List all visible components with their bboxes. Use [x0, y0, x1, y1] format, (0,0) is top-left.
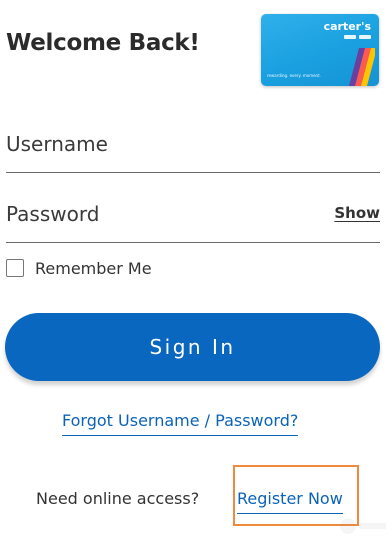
card-mark — [344, 35, 356, 39]
username-field[interactable]: Username — [6, 130, 380, 173]
card-stripes-graphic — [349, 48, 375, 86]
card-tagline: rewarding. every. moment. — [267, 73, 321, 78]
username-label: Username — [6, 132, 108, 156]
password-label: Password — [6, 202, 100, 226]
need-access-text: Need online access? — [36, 489, 200, 508]
remember-me-row[interactable]: Remember Me — [6, 257, 152, 279]
credit-card-image: carter's rewarding. every. moment. — [261, 14, 379, 86]
password-field[interactable]: Password Show — [6, 200, 380, 243]
card-brand-logo: carter's — [323, 20, 371, 33]
checkbox-unchecked-icon[interactable] — [6, 259, 24, 277]
sign-in-button[interactable]: Sign In — [5, 313, 380, 381]
page-title: Welcome Back! — [6, 30, 200, 56]
login-page: Welcome Back! carter's rewarding. every.… — [0, 0, 392, 541]
watermark-icon — [340, 518, 386, 534]
register-now-link[interactable]: Register Now — [237, 489, 343, 514]
forgot-credentials-link[interactable]: Forgot Username / Password? — [62, 411, 299, 436]
card-sub-marks — [344, 35, 371, 39]
show-password-button[interactable]: Show — [334, 204, 380, 222]
card-mark — [359, 35, 371, 39]
remember-me-label[interactable]: Remember Me — [35, 259, 152, 278]
